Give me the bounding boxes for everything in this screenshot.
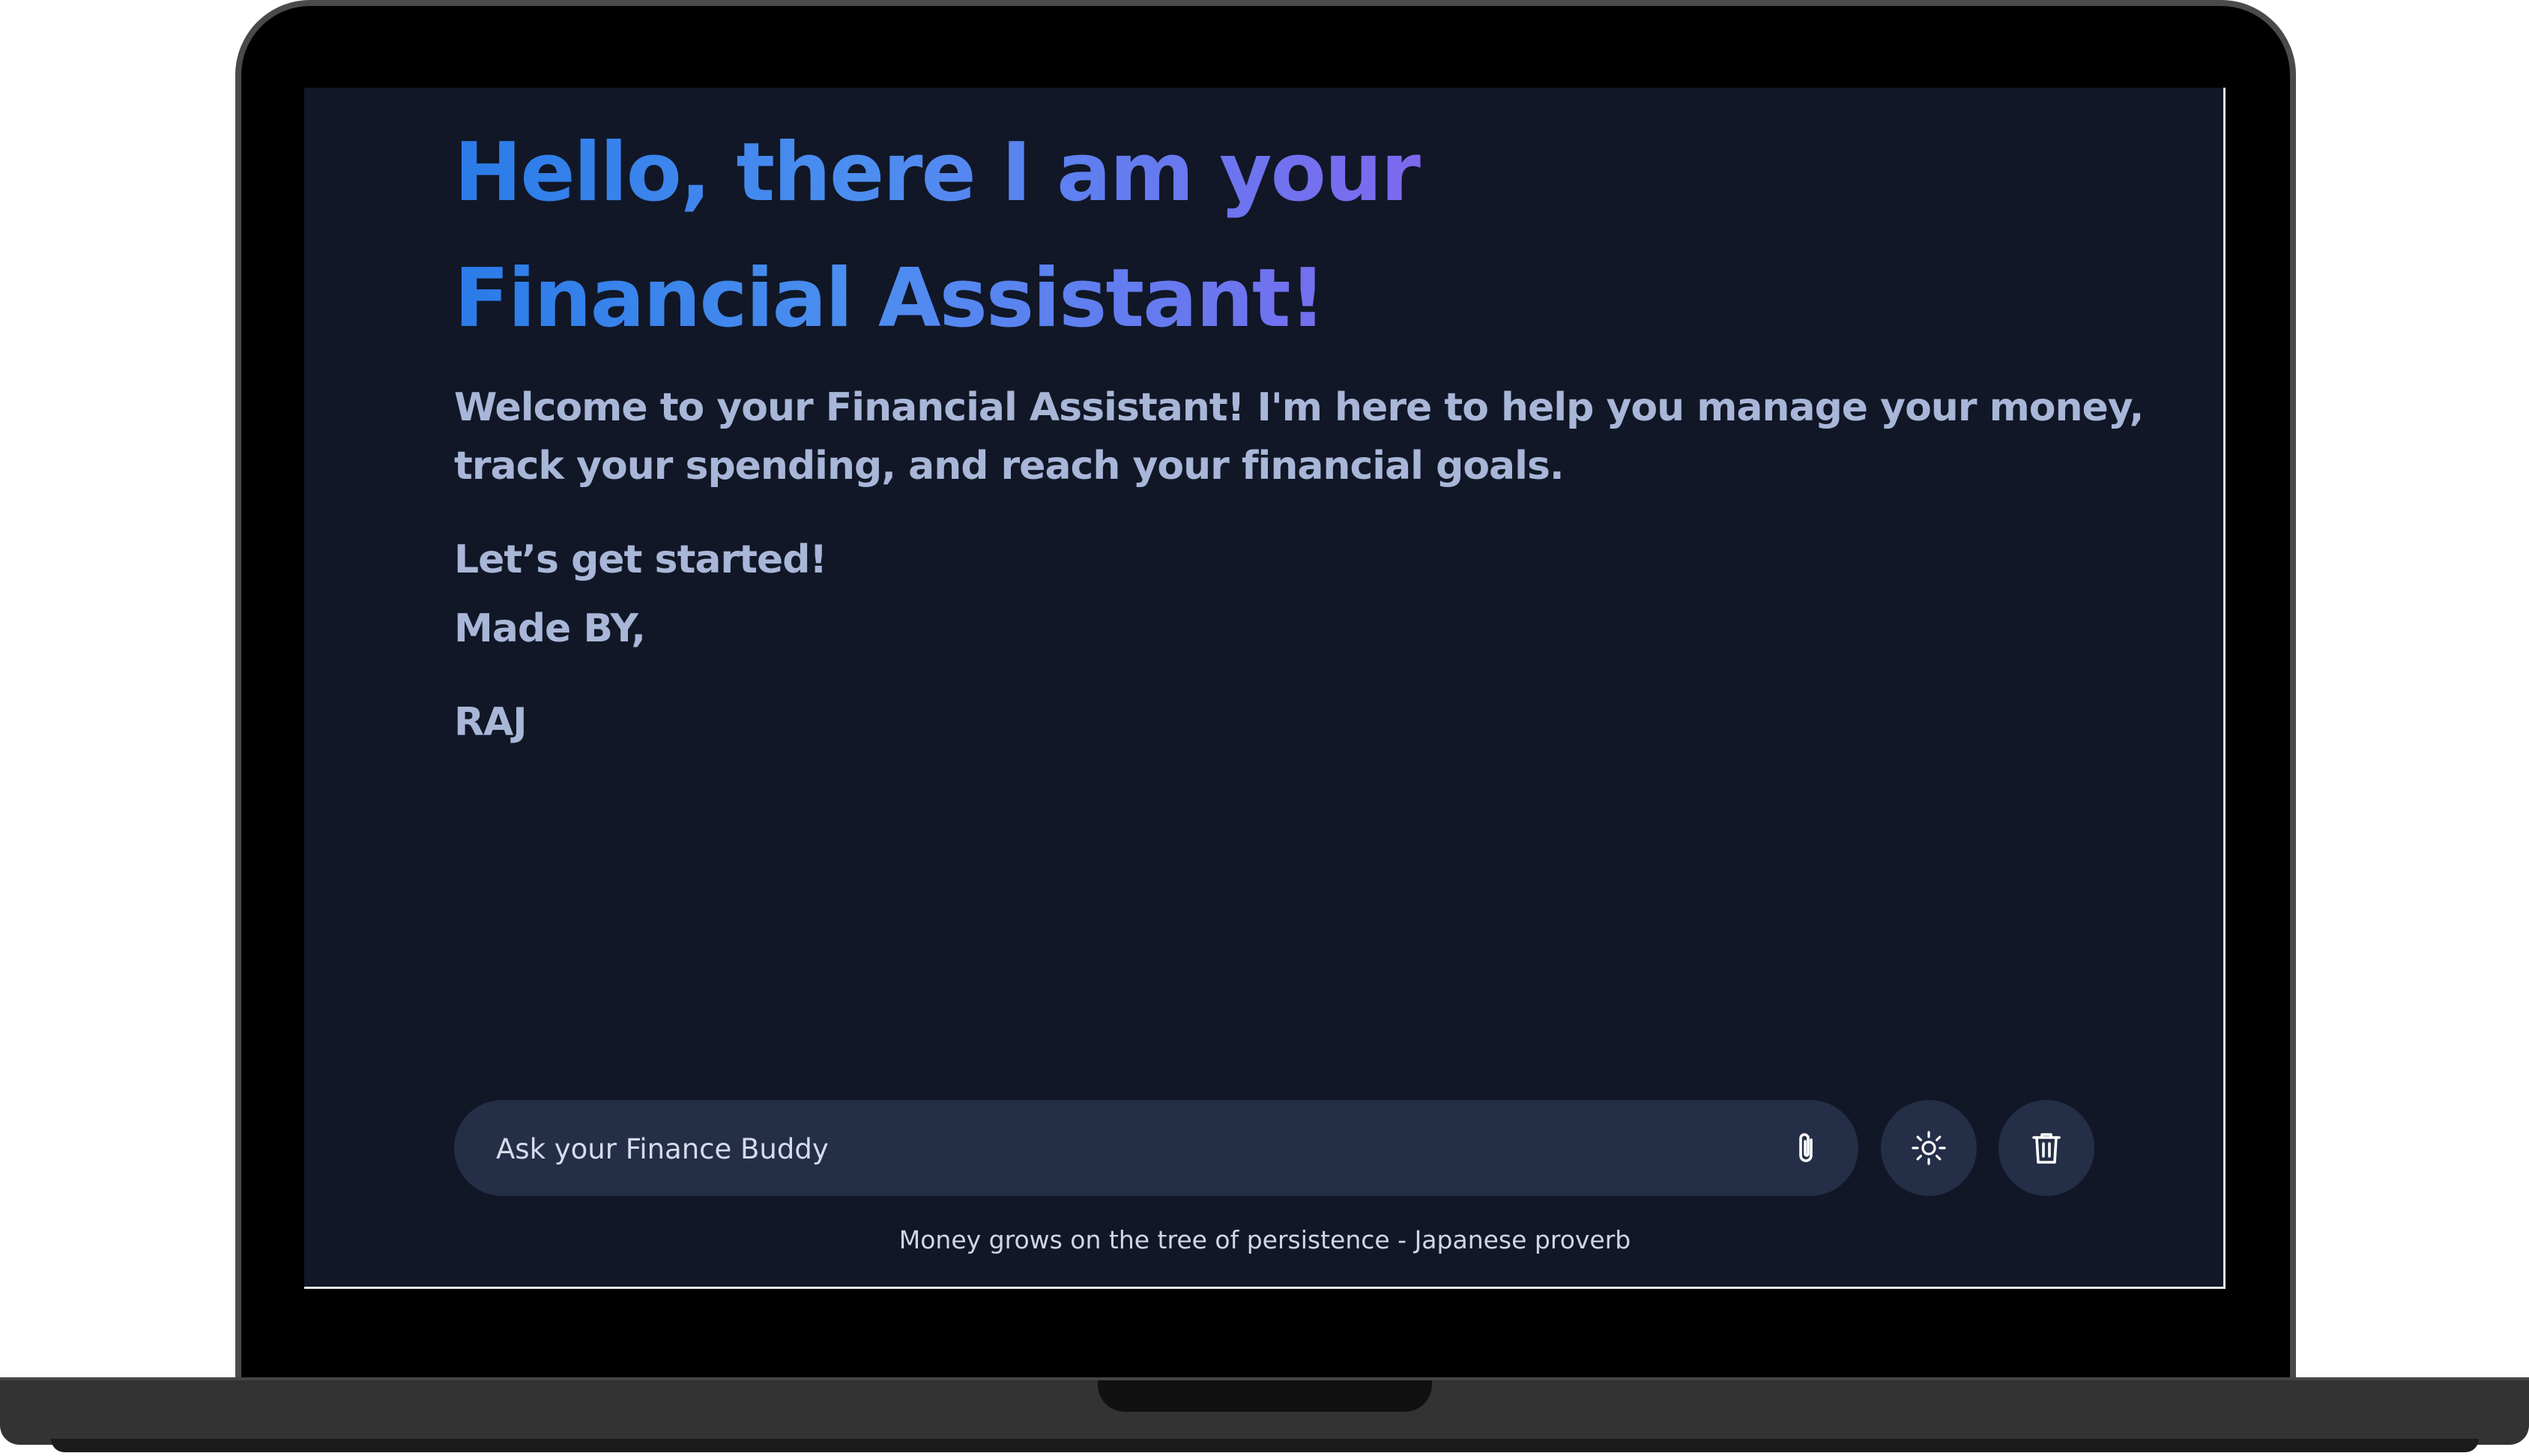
footer-quote: Money grows on the tree of persistence -… (898, 1225, 1631, 1254)
hero-title: Hello, there I am your Financial Assista… (454, 110, 1803, 362)
trash-icon (2032, 1133, 2061, 1164)
attach-button[interactable] (1786, 1129, 1825, 1167)
sun-icon (1912, 1131, 1946, 1165)
welcome-section: Hello, there I am your Financial Assista… (454, 110, 2144, 745)
chat-composer (454, 1100, 1858, 1197)
theme-toggle-button[interactable] (1881, 1100, 1977, 1196)
welcome-text: Welcome to your Financial Assistant! I'm… (454, 385, 2144, 489)
chat-input[interactable] (495, 1100, 1726, 1197)
delete-chat-button[interactable] (1998, 1100, 2094, 1196)
app-screen: Hello, there I am your Financial Assista… (304, 88, 2226, 1289)
laptop-notch (1098, 1380, 1432, 1412)
paperclip-icon (1799, 1133, 1813, 1162)
get-started-text: Let’s get started! (454, 537, 827, 582)
laptop-base-foot (51, 1439, 2479, 1452)
made-by-text: Made BY, (454, 606, 646, 651)
author-name: RAJ (454, 700, 528, 745)
